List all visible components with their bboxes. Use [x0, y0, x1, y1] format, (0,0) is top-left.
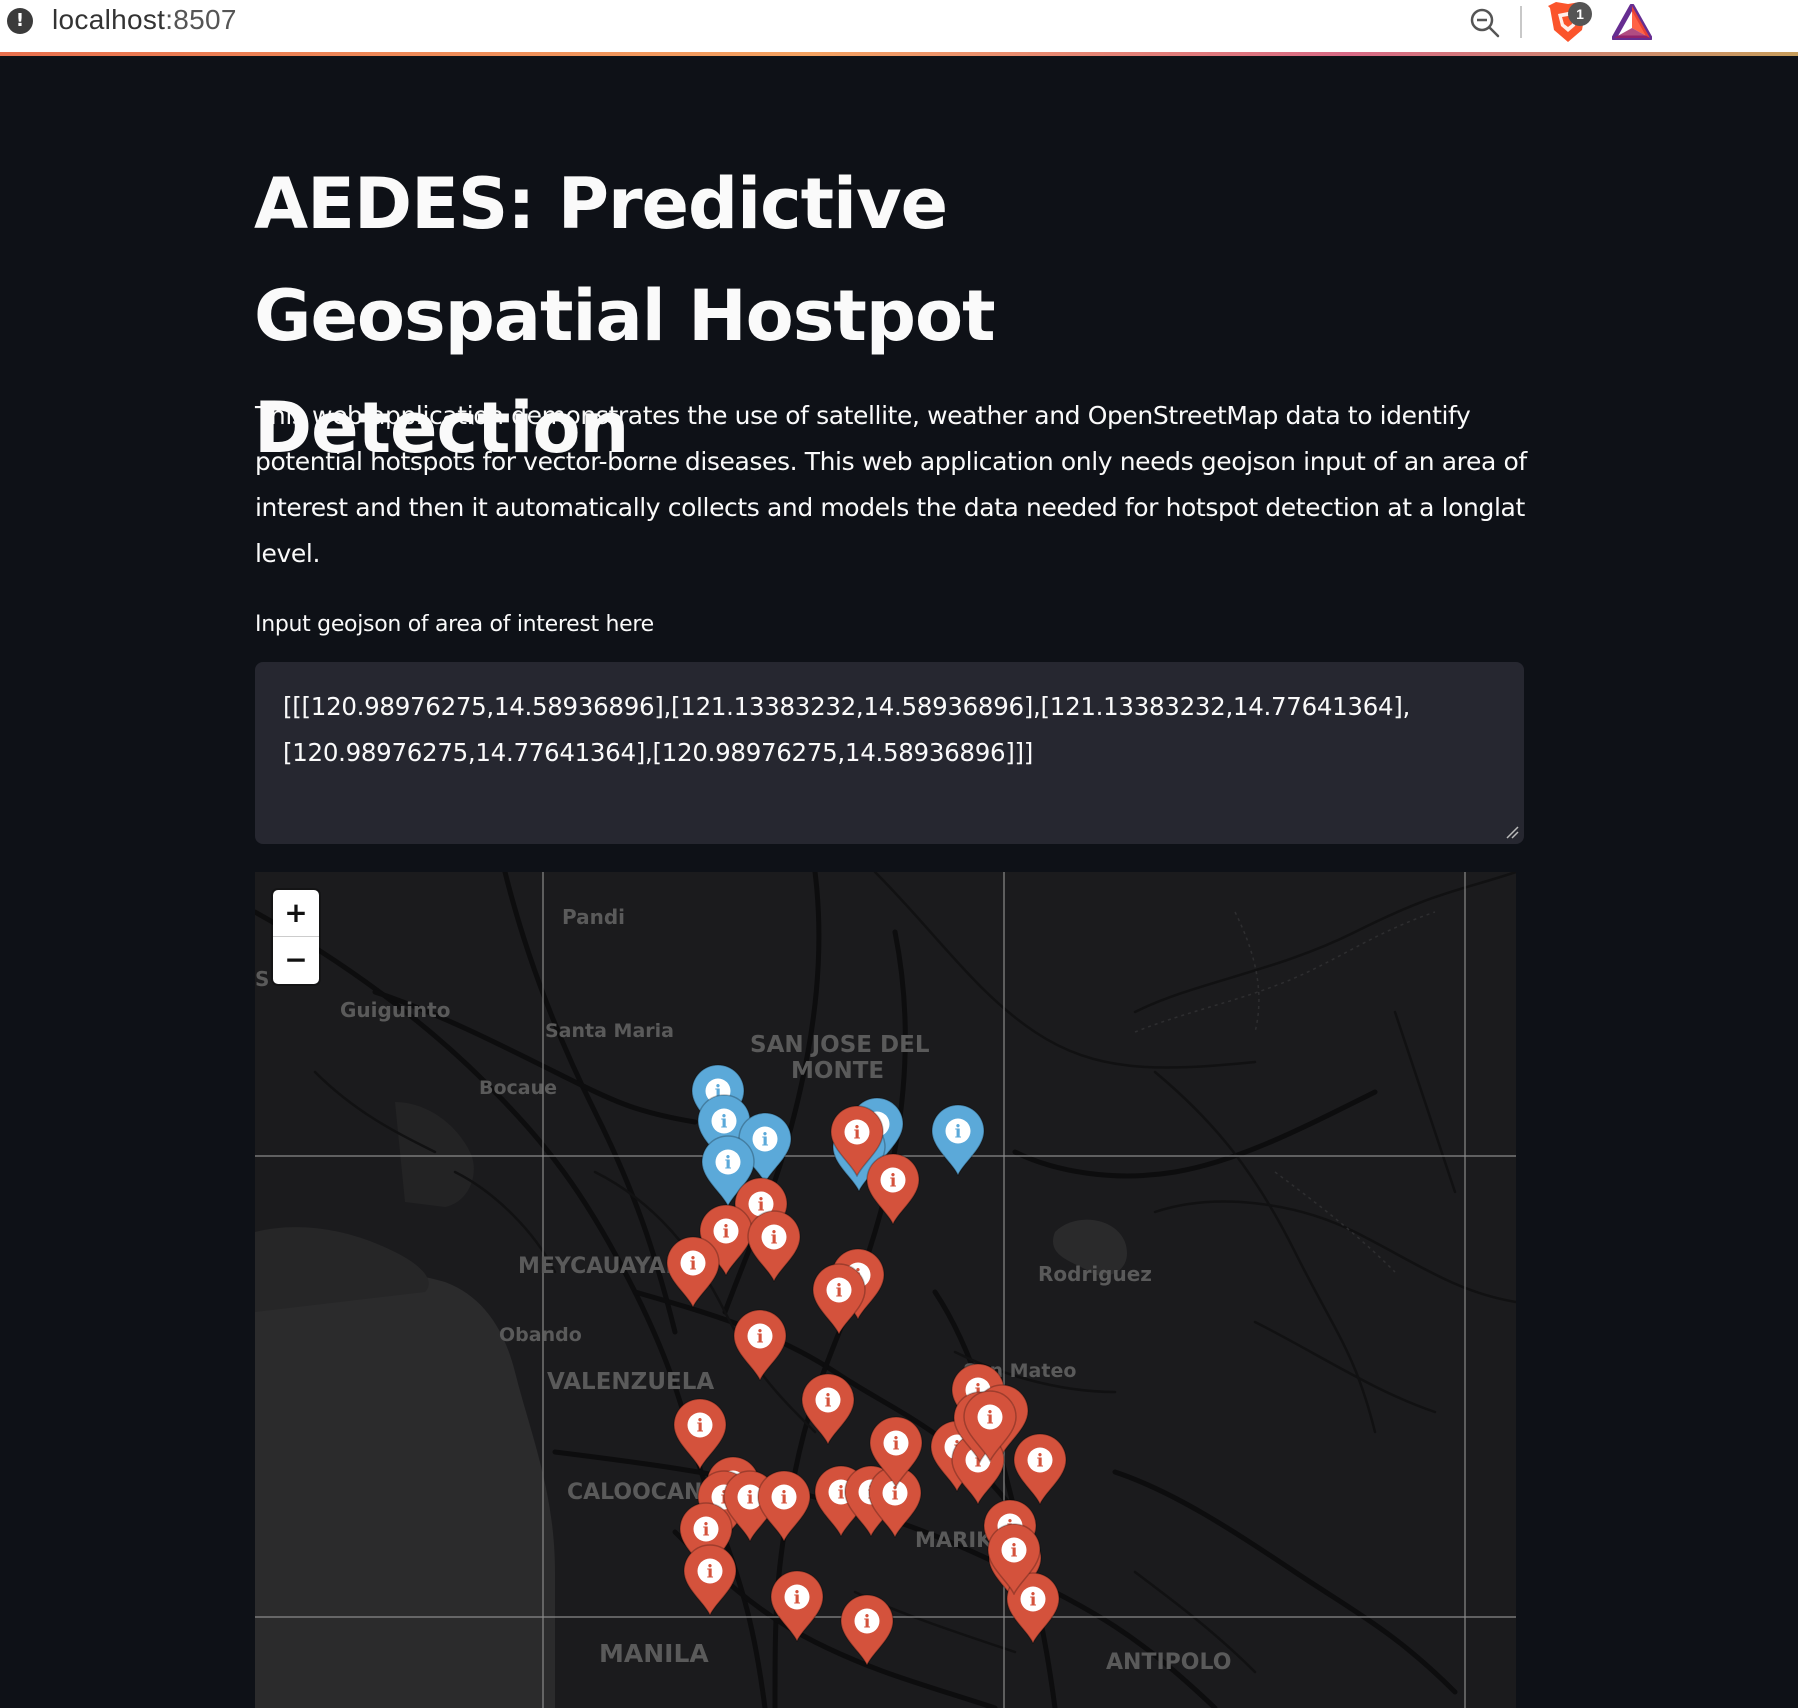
browser-toolbar: ! localhost:8507 1 [0, 0, 1798, 56]
place-label-manila: MANILA [599, 1639, 709, 1668]
geojson-input[interactable]: [[[120.98976275,14.58936896],[121.133832… [255, 662, 1524, 844]
toolbar-edge [1664, 0, 1798, 56]
place-label-antipolo: ANTIPOLO [1106, 1650, 1232, 1675]
svg-text:i: i [864, 1612, 871, 1633]
zoom-control: + − [273, 890, 319, 984]
address-bar[interactable]: localhost:8507 [52, 4, 237, 36]
hotspot-marker[interactable]: i [800, 1373, 856, 1445]
zoom-out-icon[interactable] [1468, 6, 1502, 40]
shields-count-badge: 1 [1568, 2, 1592, 26]
svg-text:i: i [762, 1130, 769, 1151]
brave-rewards-icon[interactable] [1612, 4, 1652, 40]
hotspot-map[interactable]: Pandi S Guiguinto Santa Maria SAN JOSE D… [255, 872, 1516, 1708]
hotspot-marker[interactable]: i [732, 1309, 788, 1381]
geojson-input-label: Input geojson of area of interest here [255, 612, 654, 637]
svg-text:i: i [955, 1122, 962, 1143]
app-description: This web application demonstrates the us… [255, 401, 1527, 568]
url-port: :8507 [165, 4, 237, 35]
hotspot-marker[interactable]: i [746, 1210, 802, 1282]
place-label-meycauayan: MEYCAUAYAN [518, 1254, 684, 1279]
svg-text:i: i [1037, 1451, 1044, 1472]
svg-text:i: i [1011, 1541, 1018, 1562]
svg-text:i: i [890, 1171, 897, 1192]
resize-grip-icon[interactable] [1505, 825, 1519, 839]
toolbar-separator [1520, 6, 1522, 38]
hotspot-marker[interactable]: i [682, 1544, 738, 1616]
place-label-obando: Obando [499, 1324, 582, 1346]
svg-text:i: i [707, 1562, 714, 1583]
svg-text:i: i [854, 1123, 861, 1144]
hotspot-marker[interactable]: i [839, 1594, 895, 1666]
page-load-accent [0, 52, 1798, 56]
svg-text:i: i [781, 1488, 788, 1509]
place-label-marikina: MARIK [915, 1528, 993, 1552]
place-label-valenzuela: VALENZUELA [547, 1369, 715, 1395]
svg-text:i: i [987, 1408, 994, 1429]
hotspot-marker[interactable]: i [769, 1570, 825, 1642]
hotspot-marker[interactable]: i [986, 1523, 1042, 1595]
place-label-bocaue: Bocaue [479, 1077, 558, 1099]
hotspot-marker[interactable]: i [811, 1263, 867, 1335]
url-host: localhost [52, 4, 166, 35]
svg-text:i: i [703, 1520, 710, 1541]
hotspot-marker[interactable]: i [865, 1153, 921, 1225]
svg-text:i: i [757, 1327, 764, 1348]
svg-text:i: i [747, 1488, 754, 1509]
svg-text:i: i [771, 1228, 778, 1249]
svg-text:i: i [697, 1416, 704, 1437]
hotspot-marker[interactable]: i [1012, 1433, 1068, 1505]
hotspot-marker[interactable]: i [665, 1236, 721, 1308]
place-label-monte: MONTE [791, 1058, 885, 1084]
place-label-san-jose-del: SAN JOSE DEL [750, 1032, 930, 1058]
svg-text:i: i [725, 1153, 732, 1174]
zoom-out-button[interactable]: − [273, 937, 319, 984]
low-risk-marker[interactable]: i [930, 1104, 986, 1176]
site-info-icon[interactable]: ! [7, 8, 33, 34]
svg-text:i: i [721, 1112, 728, 1133]
place-label-rodriguez: Rodriguez [1038, 1262, 1152, 1286]
svg-text:i: i [893, 1434, 900, 1455]
hotspot-marker[interactable]: i [868, 1416, 924, 1488]
place-label-santa-maria: Santa Maria [545, 1020, 674, 1042]
svg-text:i: i [825, 1391, 832, 1412]
hotspot-marker[interactable]: i [756, 1470, 812, 1542]
svg-text:i: i [836, 1281, 843, 1302]
svg-text:i: i [794, 1588, 801, 1609]
zoom-in-button[interactable]: + [273, 890, 319, 937]
hotspot-marker[interactable]: i [962, 1390, 1018, 1462]
svg-text:i: i [723, 1222, 730, 1243]
place-label-s: S [255, 967, 270, 991]
place-label-guiguinto: Guiguinto [340, 998, 451, 1022]
svg-text:i: i [690, 1254, 697, 1275]
place-label-pandi: Pandi [562, 905, 626, 929]
